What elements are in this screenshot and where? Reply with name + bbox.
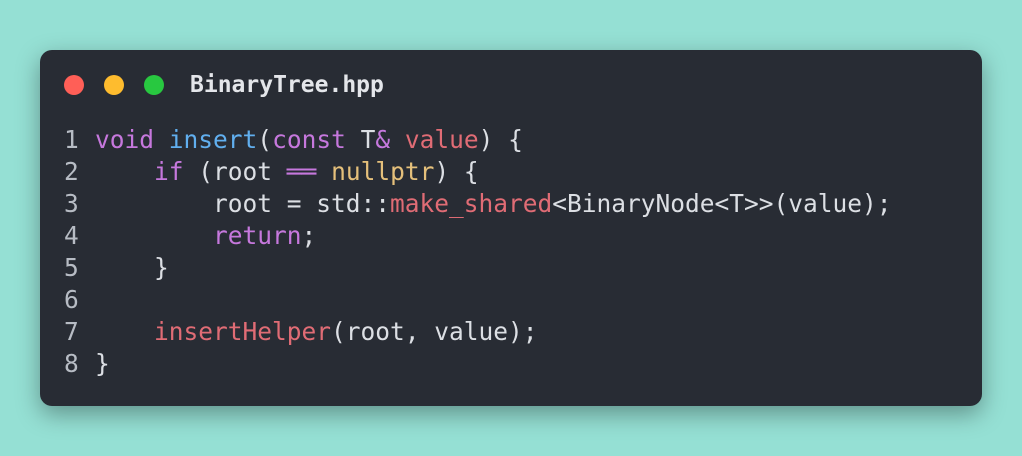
- code-token: &: [375, 125, 391, 154]
- code-token: if: [154, 157, 184, 186]
- code-line: 6: [64, 284, 892, 316]
- code-token: ) {: [478, 125, 523, 154]
- code-token: ;: [301, 221, 317, 250]
- code-token: void: [95, 125, 155, 154]
- code-window: BinaryTree.hpp 1 void insert(const T& val…: [40, 50, 982, 406]
- code-block: 1 void insert(const T& value) {2 if (root…: [64, 124, 892, 380]
- code-token: ══: [286, 157, 317, 186]
- code-line: 1 void insert(const T& value) {: [64, 124, 892, 156]
- code-token: insertHelper: [154, 317, 332, 346]
- code-token: T: [345, 125, 376, 154]
- code-token: const: [272, 125, 346, 154]
- code-line: 4 return;: [64, 220, 892, 252]
- code-line: 8}: [64, 348, 892, 380]
- line-number: 4: [64, 221, 79, 250]
- line-number: 5: [64, 253, 79, 282]
- code-token: ) {: [434, 157, 479, 186]
- maximize-button[interactable]: [144, 75, 164, 95]
- line-number: 2: [64, 157, 79, 186]
- code-token: (: [257, 125, 273, 154]
- minimize-button[interactable]: [104, 75, 124, 95]
- code-token: root = std::: [95, 189, 391, 218]
- code-line: 5 }: [64, 252, 892, 284]
- code-line: 3 root = std::make_shared<BinaryNode<T>>…: [64, 188, 892, 220]
- line-number: 7: [64, 317, 79, 346]
- code-line: 7 insertHelper(root, value);: [64, 316, 892, 348]
- code-token: (root, value);: [331, 317, 538, 346]
- line-number: 8: [64, 349, 79, 378]
- code-token: nullptr: [331, 157, 435, 186]
- line-number: 6: [64, 285, 79, 314]
- close-button[interactable]: [64, 75, 84, 95]
- code-token: value: [404, 125, 479, 154]
- code-token: insert: [168, 125, 258, 154]
- code-token: (root: [183, 157, 287, 186]
- line-number: 3: [64, 189, 79, 218]
- file-title: BinaryTree.hpp: [190, 72, 384, 98]
- line-number: 1: [64, 125, 79, 154]
- code-token: }: [95, 349, 110, 378]
- code-token: return: [213, 221, 302, 250]
- code-line: 2 if (root ══ nullptr) {: [64, 156, 892, 188]
- code-token: make_shared: [390, 189, 553, 218]
- code-token: <BinaryNode<T>>(value);: [552, 189, 892, 218]
- code-token: }: [95, 253, 169, 282]
